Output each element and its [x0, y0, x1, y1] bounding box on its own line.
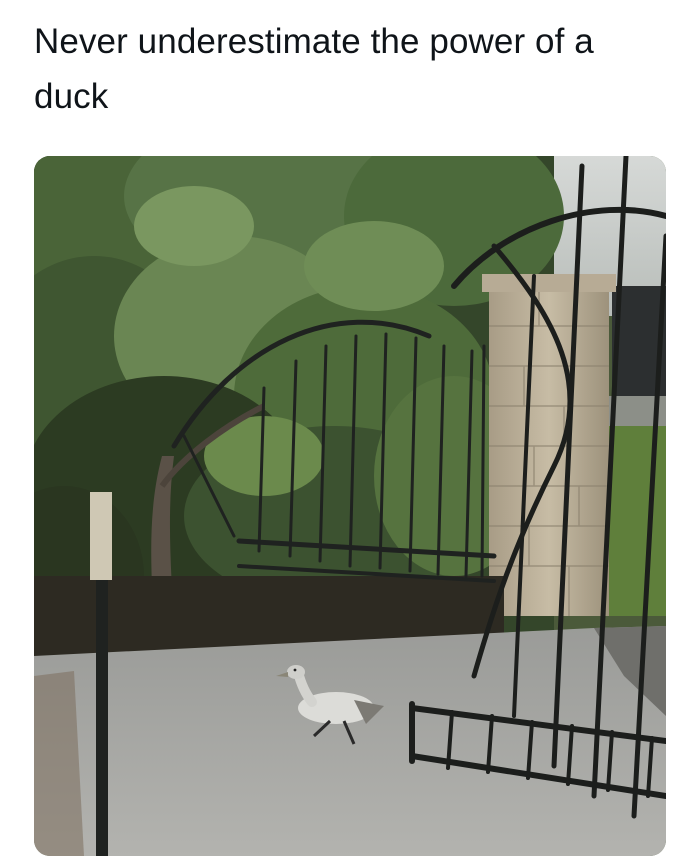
post-photo[interactable]: [34, 156, 666, 856]
photo-illustration: [34, 156, 666, 856]
post-caption: Never underestimate the power of a duck: [34, 22, 594, 116]
post: Never underestimate the power of a duck: [0, 0, 700, 856]
